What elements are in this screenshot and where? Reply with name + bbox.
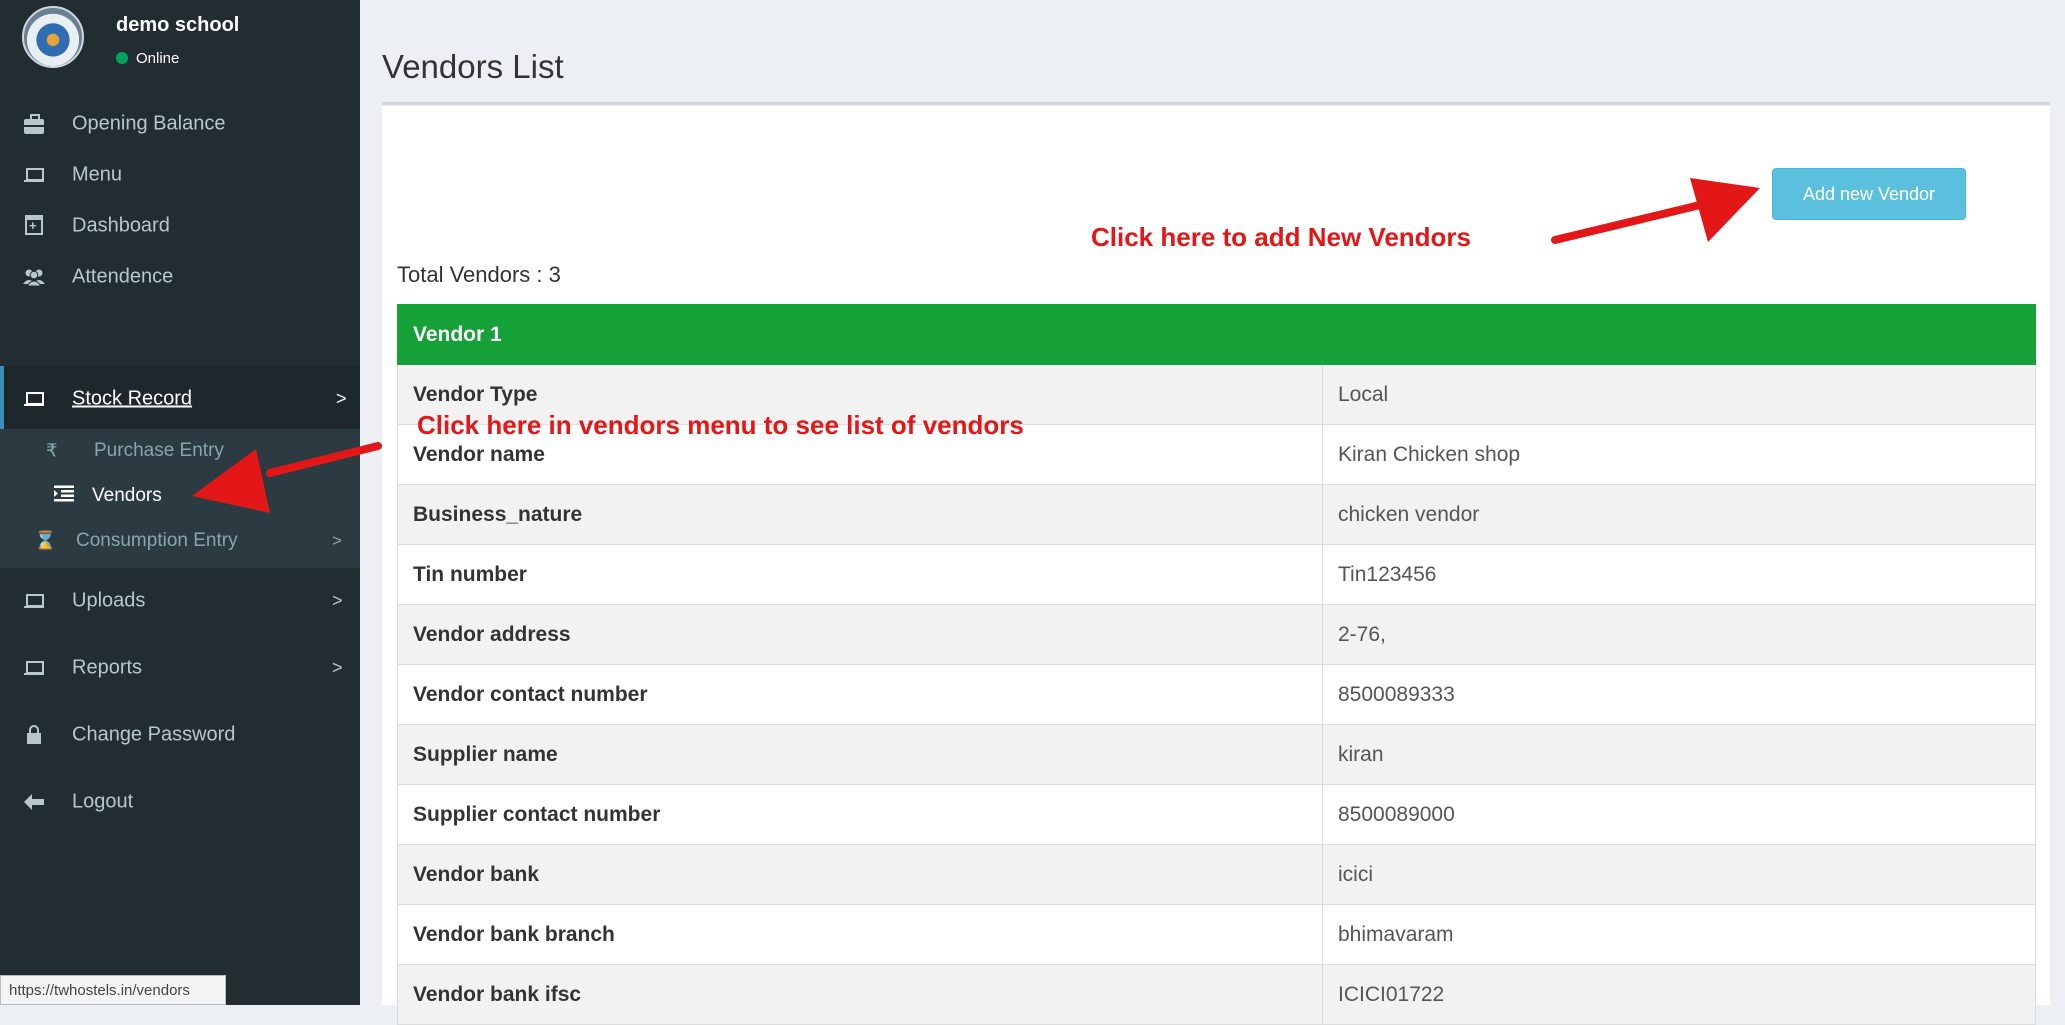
- field-value: 8500089333: [1321, 664, 2037, 725]
- chevron-right-icon: >: [332, 531, 342, 550]
- header-divider: [382, 102, 2050, 105]
- calendar-plus-icon: [20, 214, 48, 238]
- nav-label: Reports: [72, 656, 143, 679]
- field-value: chicken vendor: [1321, 484, 2037, 545]
- vendor-details: Vendor Type Local Vendor name Kiran Chicken…: [397, 364, 2037, 1025]
- field-label: Tin number: [397, 544, 1323, 605]
- nav-attendence[interactable]: Attendence: [0, 244, 360, 310]
- chevron-right-icon: >: [332, 590, 343, 611]
- user-panel: demo school Online: [0, 0, 360, 96]
- nav-stock-record[interactable]: Stock Record >: [0, 366, 360, 432]
- nav-reports[interactable]: Reports >: [0, 635, 360, 701]
- submenu-label: Vendors: [92, 485, 162, 506]
- lock-icon: [20, 723, 48, 747]
- users-icon: [20, 265, 48, 289]
- field-value: kiran: [1321, 724, 2037, 785]
- add-vendor-button[interactable]: Add new Vendor: [1772, 168, 1966, 220]
- field-value: ICICI01722: [1321, 964, 2037, 1025]
- field-label: Vendor address: [397, 604, 1323, 665]
- field-label: Vendor contact number: [397, 664, 1323, 725]
- submenu-vendors[interactable]: Vendors: [0, 474, 360, 518]
- nav-logout[interactable]: Logout: [0, 769, 360, 835]
- sidebar: demo school Online Opening Balance Menu …: [0, 0, 360, 1005]
- vendor-detail-row: Vendor bank branch bhimavaram: [397, 904, 2037, 965]
- vendor-detail-row: Vendor address 2-76,: [397, 604, 2037, 665]
- school-logo: [22, 6, 84, 68]
- nav-label: Opening Balance: [72, 112, 226, 135]
- field-value: Local: [1321, 364, 2037, 425]
- laptop-icon: [20, 656, 48, 680]
- vendor-header-row: Vendor 1: [396, 304, 2037, 365]
- laptop-icon: [20, 589, 48, 613]
- vendor-detail-row: Supplier contact number 8500089000: [397, 784, 2037, 845]
- vendor-detail-row: Vendor contact number 8500089333: [397, 664, 2037, 725]
- nav-change-password[interactable]: Change Password: [0, 702, 360, 768]
- status-dot-icon: [116, 52, 128, 64]
- annotation-add-vendors: Click here to add New Vendors: [1091, 222, 1471, 252]
- nav-label: Logout: [72, 790, 134, 813]
- field-value: icici: [1321, 844, 2037, 905]
- annotation-vendors-menu: Click here in vendors menu to see list o…: [417, 410, 1024, 440]
- rupee-icon: ₹: [46, 440, 58, 461]
- field-label: Vendor bank ifsc: [397, 964, 1323, 1025]
- school-name: demo school: [116, 14, 240, 36]
- field-label: Supplier name: [397, 724, 1323, 785]
- submenu-label: Purchase Entry: [94, 440, 224, 461]
- nav-uploads[interactable]: Uploads >: [0, 568, 360, 634]
- nav-label: Menu: [72, 163, 123, 186]
- arrow-left-icon: [20, 790, 48, 814]
- status-bar-url: https://twhostels.in/vendors: [0, 975, 226, 1005]
- nav-label: Uploads: [72, 589, 146, 612]
- vendor-title: Vendor 1: [396, 304, 2037, 365]
- vendor-detail-row: Tin number Tin123456: [397, 544, 2037, 605]
- field-value: bhimavaram: [1321, 904, 2037, 965]
- vendor-detail-row: Supplier name kiran: [397, 724, 2037, 785]
- vendor-detail-row: Business_nature chicken vendor: [397, 484, 2037, 545]
- status-label: Online: [136, 50, 180, 67]
- field-label: Business_nature: [397, 484, 1323, 545]
- laptop-icon: [20, 163, 48, 187]
- hourglass-icon: ⌛: [34, 530, 57, 551]
- nav-label: Stock Record: [72, 387, 193, 410]
- laptop-icon: [20, 387, 48, 411]
- list-icon: [54, 485, 74, 507]
- submenu-consumption-entry[interactable]: ⌛ Consumption Entry >: [0, 519, 360, 563]
- briefcase-icon: [20, 112, 48, 136]
- chevron-right-icon: >: [336, 388, 347, 409]
- field-value: 2-76,: [1321, 604, 2037, 665]
- field-value: Kiran Chicken shop: [1321, 424, 2037, 485]
- nav-label: Attendence: [72, 265, 174, 288]
- field-label: Supplier contact number: [397, 784, 1323, 845]
- online-status: Online: [116, 50, 179, 67]
- field-label: Vendor bank branch: [397, 904, 1323, 965]
- submenu-purchase-entry[interactable]: ₹ Purchase Entry: [0, 429, 360, 473]
- field-value: Tin123456: [1321, 544, 2037, 605]
- chevron-right-icon: >: [332, 657, 343, 678]
- nav-label: Change Password: [72, 723, 236, 746]
- submenu-label: Consumption Entry: [76, 530, 238, 551]
- field-label: Vendor bank: [397, 844, 1323, 905]
- vendor-detail-row: Vendor bank ifsc ICICI01722: [397, 964, 2037, 1025]
- stock-record-submenu: ₹ Purchase Entry Vendors ⌛ Consumption E…: [0, 429, 360, 568]
- total-vendors: Total Vendors : 3: [397, 262, 561, 287]
- nav-label: Dashboard: [72, 214, 170, 237]
- field-value: 8500089000: [1321, 784, 2037, 845]
- vendor-detail-row: Vendor bank icici: [397, 844, 2037, 905]
- page-title: Vendors List: [382, 48, 564, 85]
